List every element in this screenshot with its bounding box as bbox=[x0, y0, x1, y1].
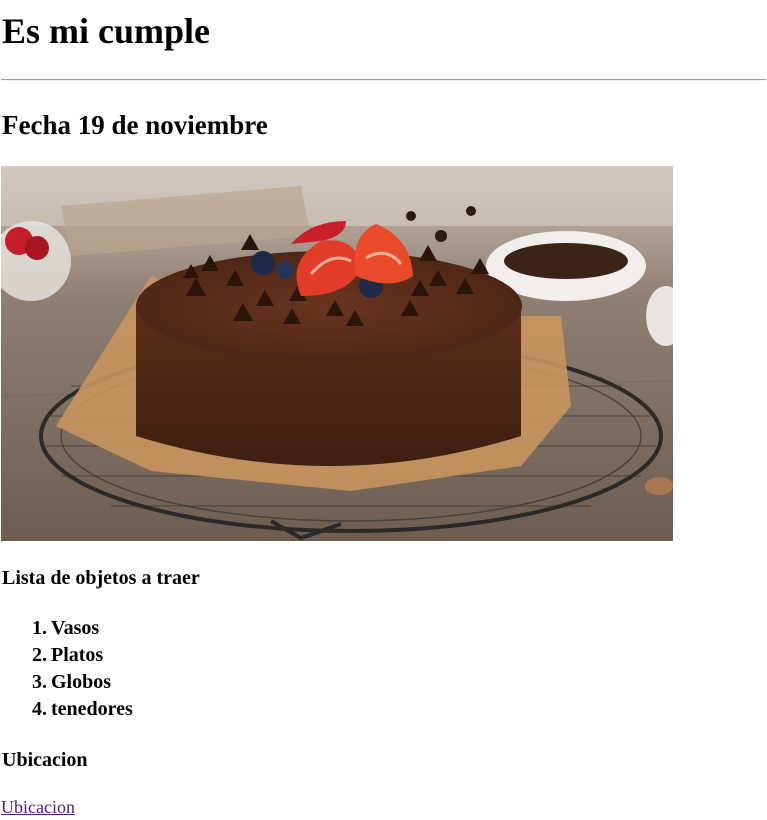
list-item-label: Platos bbox=[51, 644, 104, 666]
list-item-label: Vasos bbox=[51, 617, 100, 639]
list-item-number: 3. bbox=[32, 671, 47, 693]
list-item: 1. Vasos bbox=[0, 615, 133, 642]
page-title: Es mi cumple bbox=[2, 11, 211, 51]
cake-photo bbox=[1, 166, 673, 541]
list-item: 2. Platos bbox=[0, 642, 133, 669]
items-list-heading: Lista de objetos a traer bbox=[2, 567, 200, 589]
horizontal-divider bbox=[1, 79, 766, 81]
event-date: Fecha 19 de noviembre bbox=[2, 110, 268, 140]
items-list: 1. Vasos 2. Platos 3. Globos 4. tenedores bbox=[0, 615, 133, 723]
list-item: 4. tenedores bbox=[0, 696, 133, 723]
list-item-number: 4. bbox=[32, 698, 47, 720]
chocolate-cake-icon bbox=[1, 166, 673, 541]
location-heading: Ubicacion bbox=[2, 749, 88, 771]
location-link[interactable]: Ubicacion bbox=[1, 796, 75, 818]
list-item-label: tenedores bbox=[51, 698, 133, 720]
list-item-number: 2. bbox=[32, 644, 47, 666]
list-item-label: Globos bbox=[51, 671, 112, 693]
list-item: 3. Globos bbox=[0, 669, 133, 696]
list-item-number: 1. bbox=[32, 617, 47, 639]
